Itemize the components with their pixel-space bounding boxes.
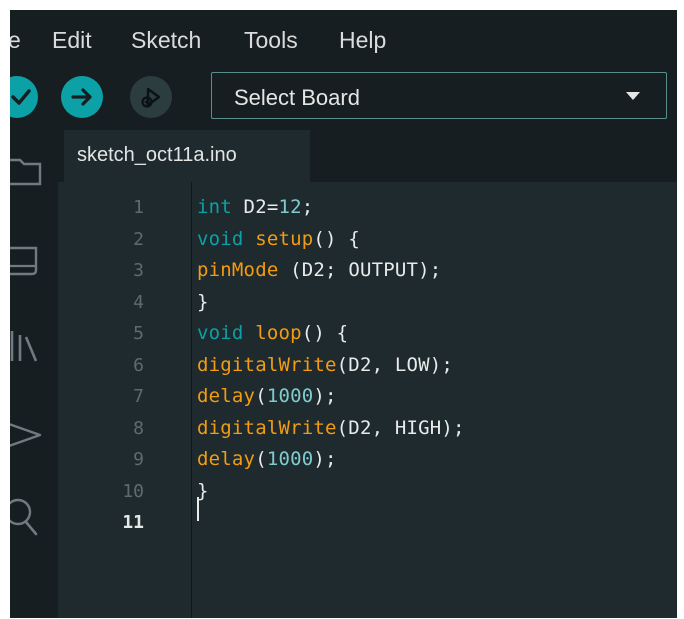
- code-token: }: [197, 290, 209, 313]
- code-line: digitalWrite(D2, LOW);: [197, 354, 453, 376]
- line-number: 7: [133, 386, 144, 407]
- line-number: 5: [133, 323, 144, 344]
- code-editor[interactable]: sketch_oct11a.ino 1 2 3 4 5 6 7 8 9 10 11 int D2=1…: [58, 130, 677, 618]
- menu-tools[interactable]: Tools: [244, 27, 298, 54]
- code-line: int D2=12;: [197, 196, 313, 218]
- tab-sketch[interactable]: sketch_oct11a.ino: [64, 130, 310, 182]
- code-token: );: [313, 385, 337, 407]
- code-line: delay(1000);: [197, 448, 337, 470]
- code-token: pinMode: [197, 259, 279, 281]
- code-token: 1000: [266, 448, 314, 470]
- code-token: digitalWrite: [197, 416, 337, 439]
- line-number: 6: [133, 354, 144, 376]
- code-token: D2=: [231, 196, 279, 218]
- code-token: () {: [313, 227, 360, 250]
- upload-button[interactable]: [61, 76, 103, 118]
- verify-button[interactable]: [10, 76, 38, 118]
- caret-down-icon: [626, 92, 640, 100]
- board-select-label: Select Board: [234, 85, 360, 110]
- tab-strip: sketch_oct11a.ino: [58, 130, 677, 182]
- arduino-ide-window: e Edit Sketch Tools Help Select Board sk…: [10, 10, 677, 618]
- code-token: delay: [197, 385, 256, 407]
- menu-file[interactable]: e: [10, 27, 21, 54]
- code-line: delay(1000);: [197, 385, 337, 407]
- code-token: (: [255, 448, 267, 470]
- code-token: 1000: [266, 385, 314, 407]
- gutter-divider: [191, 182, 192, 618]
- code-line: digitalWrite(D2, HIGH);: [197, 417, 465, 439]
- code-line: }: [197, 291, 209, 313]
- code-token: (D2, LOW);: [336, 353, 454, 376]
- line-number: 1: [133, 197, 144, 218]
- folder-icon[interactable]: [10, 150, 50, 190]
- line-number: 3: [133, 260, 144, 281]
- board-select-dropdown[interactable]: Select Board: [211, 72, 667, 119]
- code-token: 12: [278, 196, 302, 218]
- code-token: (D2; OUTPUT);: [278, 259, 442, 281]
- code-token: delay: [197, 448, 256, 470]
- search-icon[interactable]: [10, 498, 50, 542]
- line-number: 9: [133, 449, 144, 470]
- left-sidebar: [10, 130, 58, 618]
- code-token: (: [255, 385, 267, 407]
- menu-help[interactable]: Help: [339, 27, 386, 54]
- line-number: 11: [122, 512, 144, 533]
- line-number: 8: [133, 417, 144, 439]
- code-token: int: [197, 196, 232, 218]
- code-line: pinMode (D2; OUTPUT);: [197, 259, 441, 281]
- code-token: loop: [255, 322, 302, 344]
- line-number: 10: [122, 480, 144, 502]
- checkmark-icon: [11, 89, 31, 105]
- menu-bar: e Edit Sketch Tools Help: [10, 10, 677, 66]
- arrow-right-icon: [71, 88, 92, 106]
- code-line: void setup() {: [197, 228, 360, 250]
- line-number: 2: [133, 228, 144, 250]
- menu-edit[interactable]: Edit: [52, 27, 92, 54]
- menu-sketch[interactable]: Sketch: [131, 27, 201, 54]
- debug-sidebar-icon[interactable]: [10, 415, 50, 455]
- code-token: digitalWrite: [197, 353, 337, 376]
- debug-button[interactable]: [130, 76, 172, 118]
- code-token: () {: [301, 322, 349, 344]
- code-token: (D2, HIGH);: [336, 416, 465, 439]
- line-number: 4: [133, 291, 144, 313]
- code-token: setup: [255, 227, 314, 250]
- code-token: );: [313, 448, 337, 470]
- library-icon[interactable]: [10, 325, 50, 365]
- tab-label: sketch_oct11a.ino: [77, 144, 237, 166]
- board-manager-icon[interactable]: [10, 240, 50, 280]
- code-token: void: [197, 227, 244, 250]
- debug-icon: [141, 87, 161, 108]
- code-token: void: [197, 322, 244, 344]
- code-token: ;: [301, 196, 314, 218]
- code-line: void loop() {: [197, 322, 348, 344]
- toolbar: Select Board: [10, 66, 677, 130]
- text-cursor: [197, 497, 199, 521]
